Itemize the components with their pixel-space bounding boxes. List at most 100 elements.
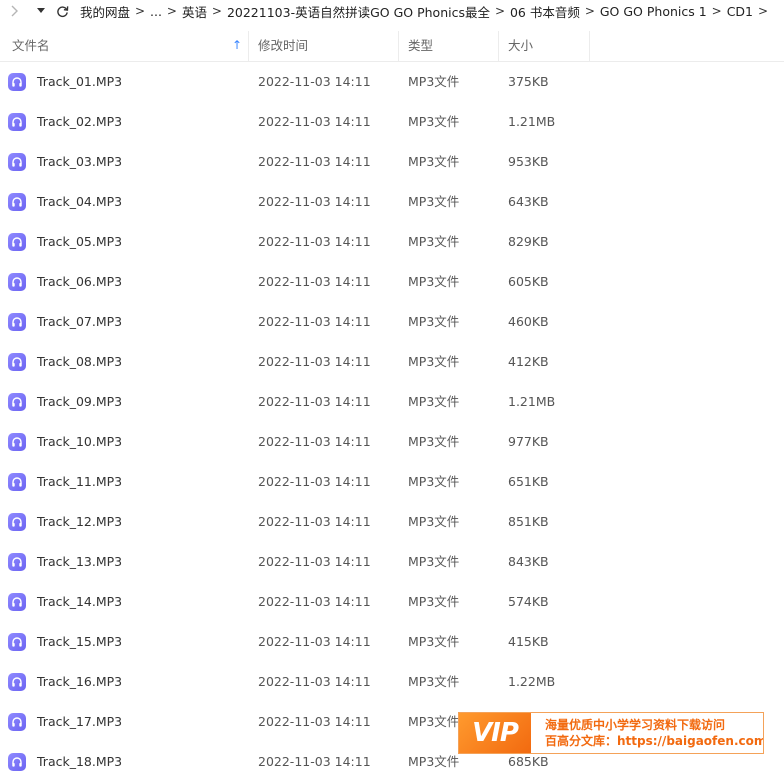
file-name: Track_13.MP3 [37,554,123,569]
column-header-modified-label: 修改时间 [258,38,309,53]
file-type: MP3文件 [408,554,460,569]
file-name: Track_17.MP3 [37,714,123,729]
audio-file-icon [8,433,26,451]
audio-file-icon [8,113,26,131]
file-modified-time: 2022-11-03 14:11 [258,634,371,649]
file-type: MP3文件 [408,234,460,249]
file-modified-time: 2022-11-03 14:11 [258,74,371,89]
file-row[interactable]: Track_06.MP3 2022-11-03 14:11 MP3文件 605KB [0,262,784,302]
audio-file-icon [8,193,26,211]
file-name: Track_06.MP3 [37,274,123,289]
headphones-icon [12,197,22,207]
breadcrumb-item[interactable]: CD1 [725,4,755,19]
audio-file-icon [8,153,26,171]
file-modified-time: 2022-11-03 14:11 [258,554,371,569]
file-name: Track_01.MP3 [37,74,123,89]
breadcrumb-item[interactable]: ... [148,4,164,19]
file-row[interactable]: Track_10.MP3 2022-11-03 14:11 MP3文件 977KB [0,422,784,462]
file-modified-time: 2022-11-03 14:11 [258,354,371,369]
audio-file-icon [8,633,26,651]
headphones-icon [12,597,22,607]
forward-button[interactable] [0,0,30,22]
refresh-button[interactable] [52,0,72,22]
file-row[interactable]: Track_04.MP3 2022-11-03 14:11 MP3文件 643KB [0,182,784,222]
file-size: 953KB [508,154,549,169]
file-row[interactable]: Track_13.MP3 2022-11-03 14:11 MP3文件 843KB [0,542,784,582]
navigation-bar: 我的网盘 >... > 英语 >20221103-英语自然拼读GO GO Phonics… [0,0,784,22]
file-list: Track_01.MP3 2022-11-03 14:11 MP3文件 375KB Tr… [0,62,784,782]
file-name: Track_15.MP3 [37,634,123,649]
headphones-icon [12,437,22,447]
headphones-icon [12,157,22,167]
column-header-type[interactable]: 类型 [399,31,499,61]
chevron-right-icon [11,5,18,17]
caret-down-icon [37,8,45,13]
file-type: MP3文件 [408,274,460,289]
headphones-icon [12,357,22,367]
file-row[interactable]: Track_01.MP3 2022-11-03 14:11 MP3文件 375KB [0,62,784,102]
vip-logo-text: VIP [472,718,519,748]
audio-file-icon [8,393,26,411]
headphones-icon [12,317,22,327]
file-row[interactable]: Track_03.MP3 2022-11-03 14:11 MP3文件 953KB [0,142,784,182]
headphones-icon [12,397,22,407]
audio-file-icon [8,233,26,251]
file-row[interactable]: Track_15.MP3 2022-11-03 14:11 MP3文件 415KB [0,622,784,662]
file-type: MP3文件 [408,154,460,169]
audio-file-icon [8,673,26,691]
file-size: 412KB [508,354,549,369]
file-row[interactable]: Track_14.MP3 2022-11-03 14:11 MP3文件 574KB [0,582,784,622]
headphones-icon [12,757,22,767]
headphones-icon [12,717,22,727]
file-row[interactable]: Track_05.MP3 2022-11-03 14:11 MP3文件 829KB [0,222,784,262]
file-row[interactable]: Track_02.MP3 2022-11-03 14:11 MP3文件 1.21MB [0,102,784,142]
file-type: MP3文件 [408,474,460,489]
file-modified-time: 2022-11-03 14:11 [258,194,371,209]
file-row[interactable]: Track_09.MP3 2022-11-03 14:11 MP3文件 1.21MB [0,382,784,422]
column-header-name[interactable]: 文件名 ↑ [0,31,249,61]
file-modified-time: 2022-11-03 14:11 [258,474,371,489]
breadcrumb-separator: > [166,4,177,18]
column-header-modified[interactable]: 修改时间 [249,31,399,61]
audio-file-icon [8,713,26,731]
file-modified-time: 2022-11-03 14:11 [258,314,371,329]
file-name: Track_14.MP3 [37,594,123,609]
column-header-name-label: 文件名 [12,38,50,53]
file-row[interactable]: Track_07.MP3 2022-11-03 14:11 MP3文件 460KB [0,302,784,342]
breadcrumb-separator: > [711,4,722,18]
file-row[interactable]: Track_08.MP3 2022-11-03 14:11 MP3文件 412KB [0,342,784,382]
file-name: Track_07.MP3 [37,314,123,329]
file-name: Track_08.MP3 [37,354,123,369]
column-header-size[interactable]: 大小 [499,31,590,61]
file-modified-time: 2022-11-03 14:11 [258,154,371,169]
file-modified-time: 2022-11-03 14:11 [258,594,371,609]
file-type: MP3文件 [408,74,460,89]
audio-file-icon [8,353,26,371]
file-modified-time: 2022-11-03 14:11 [258,754,371,769]
file-size: 651KB [508,474,549,489]
breadcrumb-item[interactable]: 英语 [180,2,209,21]
audio-file-icon [8,73,26,91]
breadcrumb-item[interactable]: GO GO Phonics 1 [598,4,709,19]
breadcrumb-separator: > [494,4,506,18]
audio-file-icon [8,513,26,531]
file-type: MP3文件 [408,714,460,729]
file-row[interactable]: Track_16.MP3 2022-11-03 14:11 MP3文件 1.22MB [0,662,784,702]
file-modified-time: 2022-11-03 14:11 [258,394,371,409]
file-name: Track_18.MP3 [37,754,123,769]
file-row[interactable]: Track_11.MP3 2022-11-03 14:11 MP3文件 651KB [0,462,784,502]
history-dropdown-button[interactable] [30,0,52,22]
audio-file-icon [8,273,26,291]
file-row[interactable]: Track_12.MP3 2022-11-03 14:11 MP3文件 851KB [0,502,784,542]
file-name: Track_16.MP3 [37,674,123,689]
breadcrumb-item[interactable]: 06 书本音频 [508,2,582,21]
file-size: 829KB [508,234,549,249]
file-size: 1.21MB [508,394,556,409]
file-type: MP3文件 [408,354,460,369]
file-type: MP3文件 [408,114,460,129]
vip-logo: VIP [459,713,531,753]
breadcrumb-item[interactable]: 我的网盘 [78,2,132,21]
audio-file-icon [8,473,26,491]
breadcrumb-item[interactable]: 20221103-英语自然拼读GO GO Phonics最全 [225,2,492,21]
file-size: 843KB [508,554,549,569]
